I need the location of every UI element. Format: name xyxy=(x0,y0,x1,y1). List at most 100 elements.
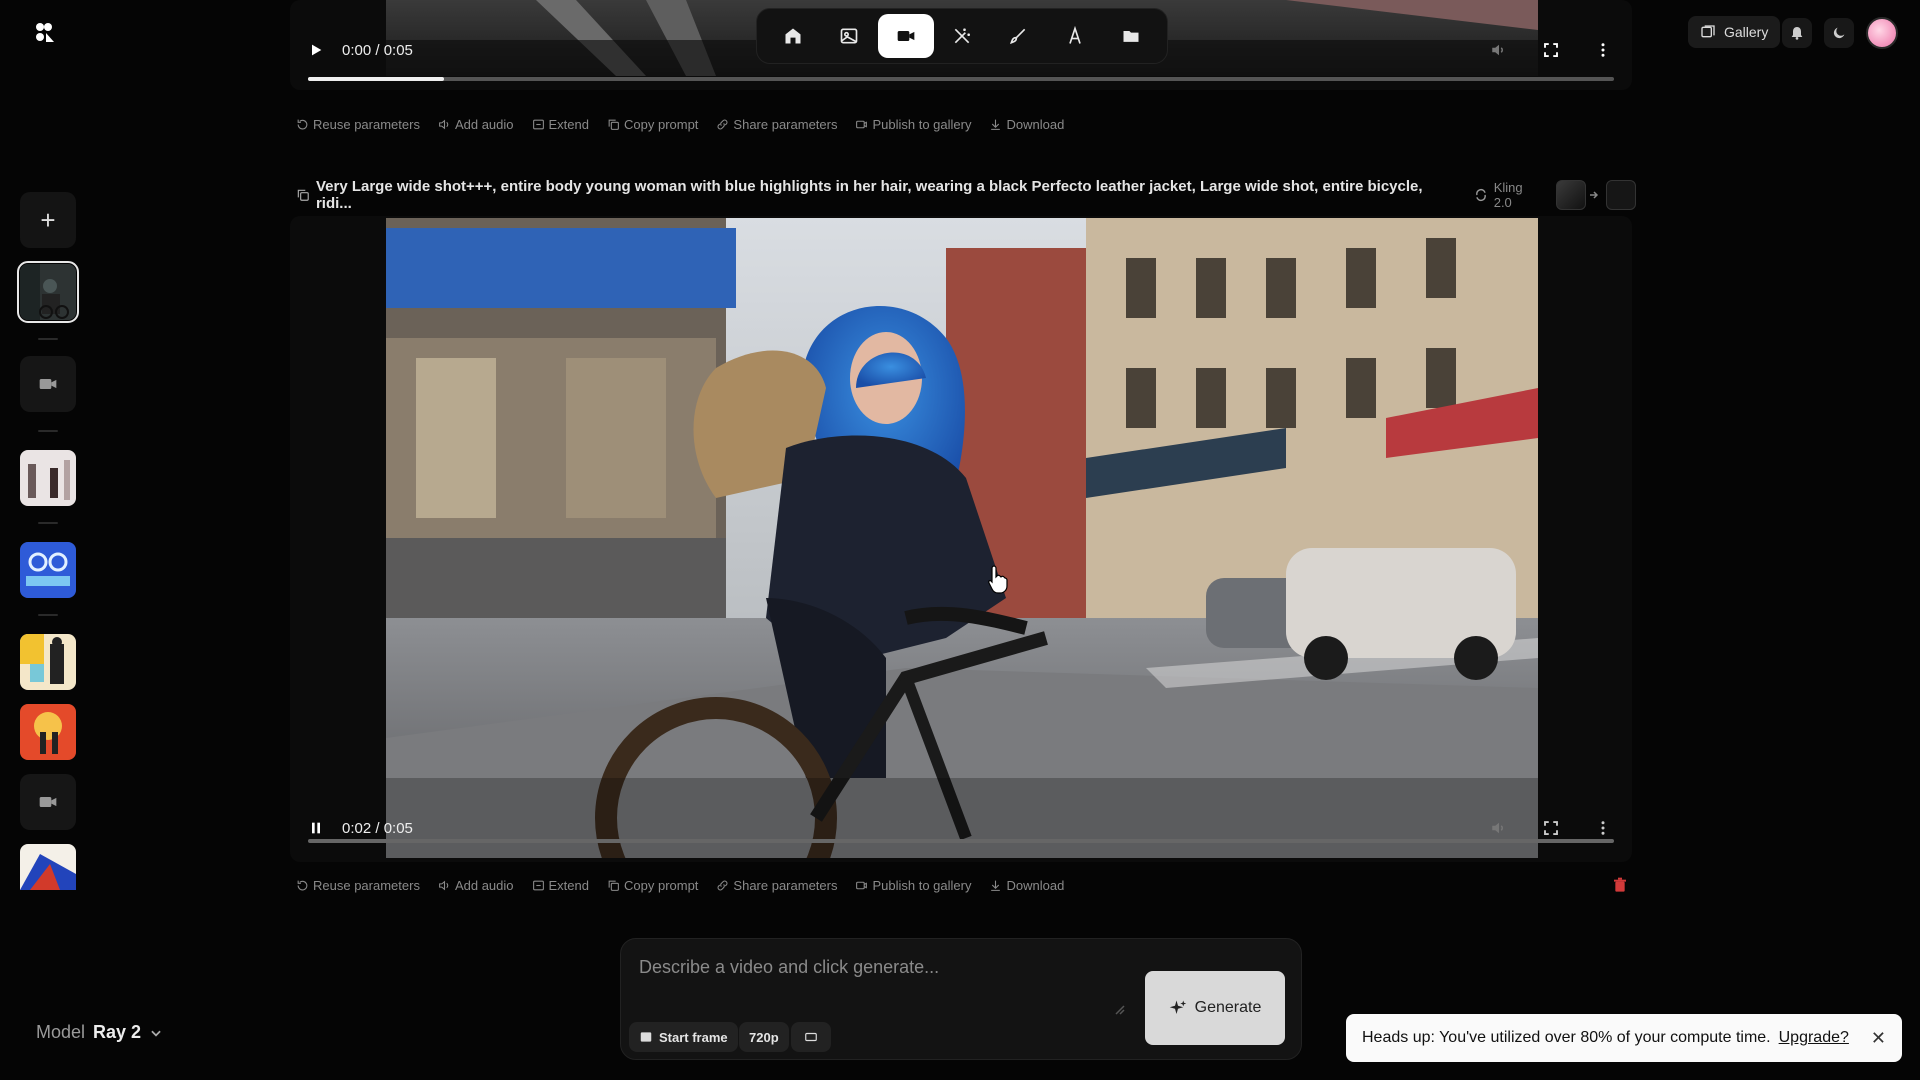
video-camera-icon xyxy=(39,379,57,389)
generate-button[interactable]: Generate xyxy=(1145,971,1285,1045)
model-selector[interactable]: Model Ray 2 xyxy=(36,1022,163,1043)
history-thumbnail[interactable] xyxy=(20,542,76,598)
history-thumbnail[interactable] xyxy=(20,634,76,690)
reference-image-thumbnail[interactable] xyxy=(1556,180,1587,210)
start-frame-label: Start frame xyxy=(659,1029,728,1045)
more-options-icon[interactable] xyxy=(1594,819,1612,837)
download-icon xyxy=(991,880,1001,891)
share-label: Share parameters xyxy=(733,117,838,132)
theme-toggle-button[interactable] xyxy=(1824,18,1854,48)
share-parameters-button[interactable]: Share parameters xyxy=(716,117,837,132)
extend-label: Extend xyxy=(548,117,589,132)
history-video-item[interactable] xyxy=(20,774,76,830)
magic-wand-icon xyxy=(954,28,970,44)
video-time: 0:02 / 0:05 xyxy=(342,819,413,837)
fullscreen-icon[interactable] xyxy=(1542,41,1560,59)
add-audio-label: Add audio xyxy=(454,117,514,132)
gallery-icon xyxy=(1701,25,1715,38)
publish-label: Publish to gallery xyxy=(872,117,972,132)
model-tag: Kling 2.0 xyxy=(1474,180,1544,210)
play-icon xyxy=(312,44,322,56)
link-icon xyxy=(717,880,728,891)
video-progress-bar[interactable] xyxy=(308,77,1614,81)
start-frame-button[interactable]: Start frame xyxy=(629,1022,738,1052)
copy-prompt-button[interactable]: Copy prompt xyxy=(607,878,698,893)
audio-icon xyxy=(439,880,449,891)
add-audio-button[interactable]: Add audio xyxy=(438,117,514,132)
more-options-icon[interactable] xyxy=(1594,41,1612,59)
nav-home-button[interactable] xyxy=(765,14,821,58)
model-selector-label: Model xyxy=(36,1022,86,1042)
history-thumbnail[interactable] xyxy=(20,450,76,506)
reuse-label: Reuse parameters xyxy=(313,878,420,893)
nav-video-button[interactable] xyxy=(877,14,934,58)
extend-button[interactable]: Extend xyxy=(532,878,589,893)
prompt-input[interactable] xyxy=(639,957,1109,1017)
delete-trash-icon[interactable] xyxy=(1612,877,1628,893)
copy-prompt-label: Copy prompt xyxy=(624,117,699,132)
history-thumbnail[interactable] xyxy=(17,261,79,323)
history-thumbnail[interactable] xyxy=(20,704,76,760)
reuse-parameters-button[interactable]: Reuse parameters xyxy=(296,117,420,132)
add-audio-button[interactable]: Add audio xyxy=(438,878,514,893)
reuse-parameters-button[interactable]: Reuse parameters xyxy=(296,878,420,893)
pause-icon xyxy=(312,822,320,834)
download-button[interactable]: Download xyxy=(989,117,1064,132)
volume-icon[interactable] xyxy=(1490,819,1508,837)
pause-button[interactable] xyxy=(304,816,328,840)
model-tag-label: Kling 2.0 xyxy=(1493,180,1523,210)
end-frame-slot[interactable] xyxy=(1606,180,1637,210)
publish-label: Publish to gallery xyxy=(872,878,972,893)
resize-grip-icon[interactable] xyxy=(1115,1005,1125,1015)
fullscreen-icon[interactable] xyxy=(1542,819,1560,837)
nav-paint-button[interactable] xyxy=(990,14,1046,58)
publish-to-gallery-button[interactable]: Publish to gallery xyxy=(855,117,971,132)
volume-icon[interactable] xyxy=(1490,41,1508,59)
gallery-button[interactable]: Gallery xyxy=(1688,16,1781,48)
nav-text-button[interactable] xyxy=(1047,14,1103,58)
play-button[interactable] xyxy=(304,38,328,62)
nav-image-button[interactable] xyxy=(821,14,877,58)
sidebar-separator xyxy=(38,614,58,616)
top-navigation xyxy=(756,8,1168,64)
video-actions-previous: Reuse parameters Add audio Extend Copy p… xyxy=(296,117,1064,132)
publish-to-gallery-button[interactable]: Publish to gallery xyxy=(855,878,971,893)
copy-prompt-button[interactable]: Copy prompt xyxy=(607,117,698,132)
nav-edit-button[interactable] xyxy=(934,14,990,58)
video-progress-bar[interactable] xyxy=(308,839,1614,843)
share-parameters-button[interactable]: Share parameters xyxy=(716,878,837,893)
aspect-ratio-button[interactable] xyxy=(791,1022,831,1052)
copy-icon[interactable] xyxy=(296,188,310,202)
plus-icon: + xyxy=(40,204,56,235)
generation-prompt-row: Very Large wide shot+++, entire body you… xyxy=(296,178,1637,212)
video-player-current[interactable] xyxy=(386,218,1538,858)
bell-icon xyxy=(1791,27,1803,40)
history-video-item[interactable] xyxy=(20,356,76,412)
nav-folder-button[interactable] xyxy=(1103,14,1159,58)
moon-icon xyxy=(1833,27,1845,39)
link-icon xyxy=(717,119,728,130)
new-generation-button[interactable]: + xyxy=(20,192,76,248)
publish-icon xyxy=(856,881,868,890)
home-icon xyxy=(785,28,801,44)
notifications-button[interactable] xyxy=(1782,18,1812,48)
history-sidebar: + xyxy=(14,190,80,890)
aspect-ratio-icon xyxy=(805,1032,817,1042)
user-avatar[interactable] xyxy=(1866,17,1898,49)
download-button[interactable]: Download xyxy=(989,878,1064,893)
extend-button[interactable]: Extend xyxy=(532,117,589,132)
add-audio-label: Add audio xyxy=(454,878,514,893)
video-card-current: 0:02 / 0:05 xyxy=(290,216,1632,862)
reuse-icon xyxy=(297,119,308,130)
video-progress-fill xyxy=(308,77,444,81)
upgrade-link[interactable]: Upgrade? xyxy=(1779,1029,1849,1047)
extend-label: Extend xyxy=(548,878,589,893)
generate-label: Generate xyxy=(1194,999,1262,1016)
app-logo-icon[interactable] xyxy=(32,20,56,44)
image-icon xyxy=(840,28,858,44)
toast-close-icon[interactable]: ✕ xyxy=(1871,1028,1886,1049)
share-label: Share parameters xyxy=(733,878,838,893)
resolution-button[interactable]: 720p xyxy=(739,1022,789,1052)
generation-prompt-text[interactable]: Very Large wide shot+++, entire body you… xyxy=(316,178,1460,212)
history-thumbnail[interactable] xyxy=(20,844,76,890)
